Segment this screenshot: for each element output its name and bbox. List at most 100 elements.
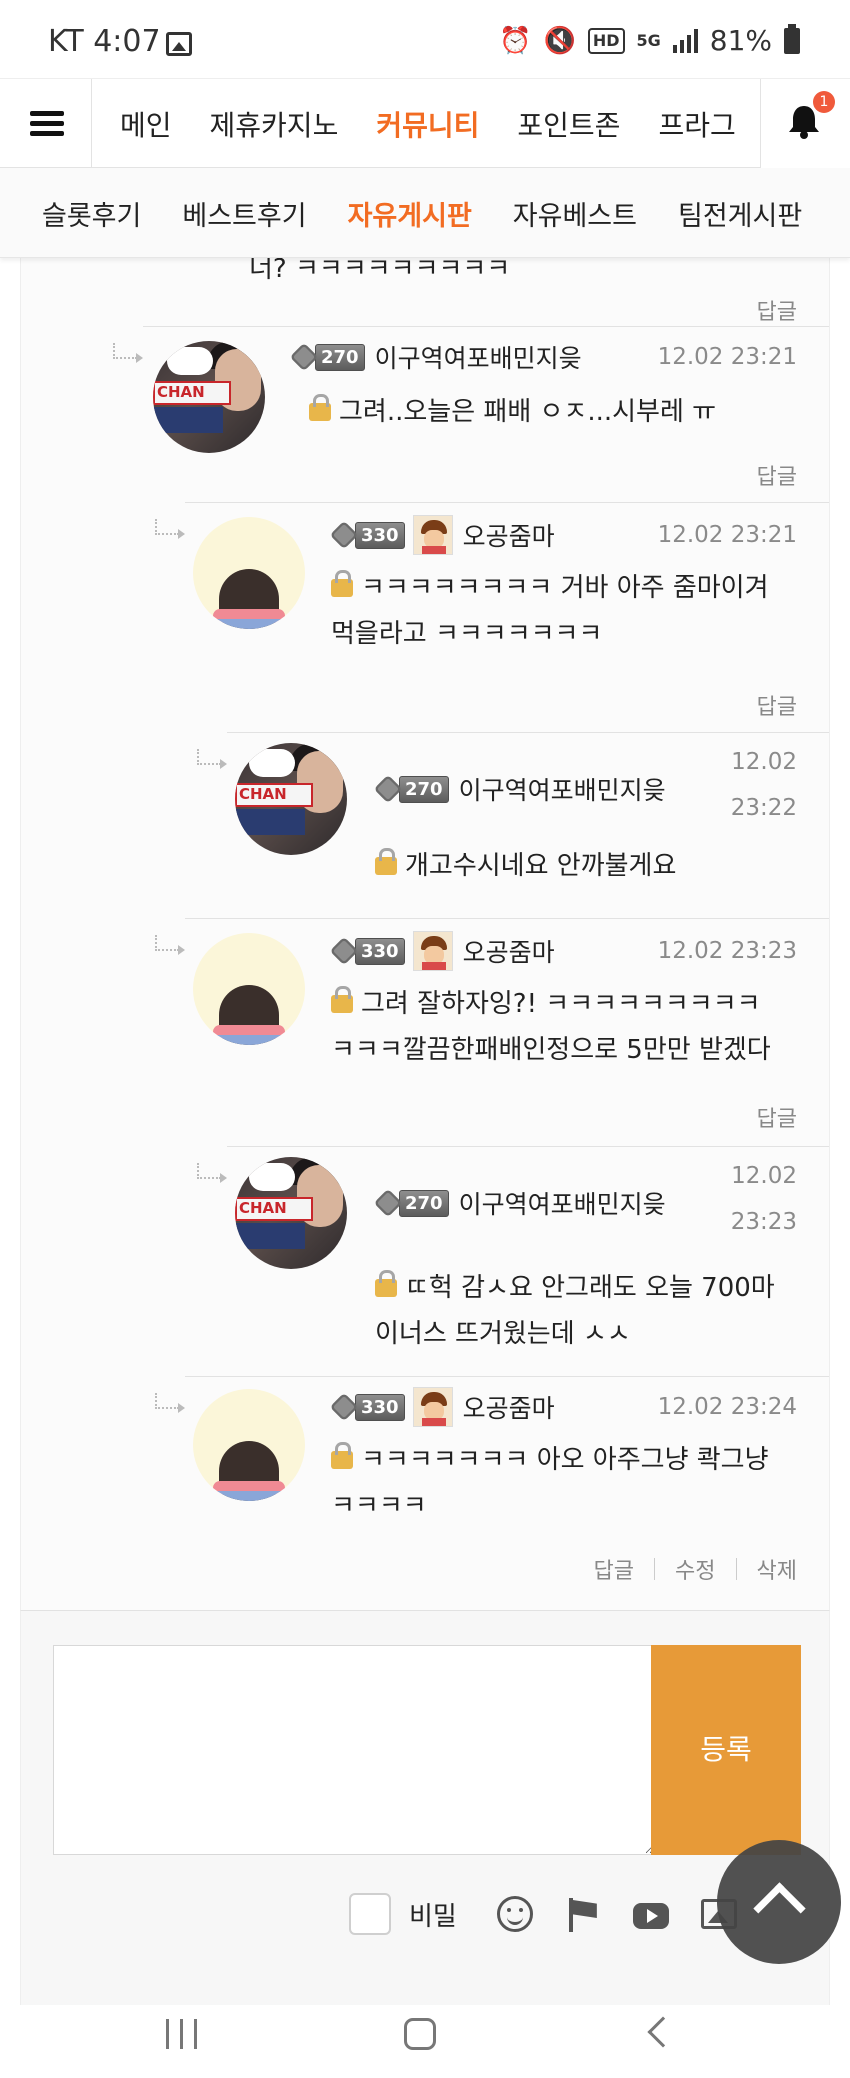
emoji-icon[interactable]: [496, 1896, 533, 1932]
avatar[interactable]: CHAN: [153, 341, 265, 453]
comment-date: 12.02 23:21: [657, 344, 797, 370]
comment-text-line-wrap: 그려 잘하자잉?! ㅋㅋㅋㅋㅋㅋㅋㅋㅋ: [331, 981, 771, 1027]
comment-list: 너? ㅋㅋㅋㅋㅋㅋㅋㅋㅋ 답글 CHAN 270 이구역여포배민지읒 12.02…: [20, 258, 830, 1610]
avatar[interactable]: [193, 517, 305, 629]
action-divider: [654, 1558, 656, 1580]
flag-icon[interactable]: [565, 1896, 601, 1932]
reply-button[interactable]: 답글: [594, 1553, 634, 1585]
lock-icon: [375, 1270, 397, 1297]
member-icon: [412, 931, 453, 971]
nav-item-point-zone[interactable]: 포인트존: [507, 104, 630, 144]
comment-date-line: 23:22: [730, 795, 797, 821]
member-icon-part: [421, 546, 446, 554]
youtube-icon[interactable]: [632, 1903, 669, 1929]
comment-body: ㅋㅋㅋㅋㅋㅋㅋ 아오 아주그냥 콱그냥 ㅋㅋㅋㅋ: [331, 1437, 769, 1529]
comment-meta: 330 오공줌마 12.02 23:23: [329, 931, 797, 971]
nav-item-pragmatic[interactable]: 프라그: [648, 104, 745, 144]
avatar[interactable]: CHAN: [235, 743, 347, 855]
lock-icon: [309, 394, 331, 421]
nickname[interactable]: 이구역여포배민지읒: [459, 771, 666, 807]
avatar[interactable]: [193, 933, 305, 1045]
notification-badge: 1: [813, 91, 835, 113]
level-badge: 270: [373, 774, 449, 804]
menu-button[interactable]: [0, 79, 92, 169]
back-icon[interactable]: [647, 2016, 679, 2048]
comment-date-line: 12.02: [731, 749, 797, 775]
comment-text-line-wrap: ㅋㅋㅋㅋㅋㅋㅋㅋ 거바 아주 줌마이겨: [331, 565, 769, 611]
avatar-detail: [207, 619, 291, 629]
tab-best-review[interactable]: 베스트후기: [182, 194, 306, 233]
comment-actions: 답글: [757, 689, 797, 721]
level-number: 330: [355, 1393, 405, 1421]
comment-item: 330 오공줌마 12.02 23:23 그려 잘하자잉?! ㅋㅋㅋㅋㅋㅋㅋㅋㅋ…: [155, 918, 829, 1146]
hamburger-icon: [30, 111, 64, 116]
comment-text-line: ㅋㅋㅋ깔끔한패배인정으로 5만만 받겠다: [331, 1035, 771, 1065]
recent-apps-icon[interactable]: [166, 2019, 202, 2049]
reply-button[interactable]: 답글: [757, 459, 797, 491]
lock-icon: [375, 848, 397, 875]
scroll-top-button[interactable]: [717, 1840, 841, 1964]
avatar-detail: CHAN: [239, 785, 287, 803]
level-badge: 330: [329, 1392, 405, 1422]
comment-text-line: 그려..오늘은 패배 ㅇㅈ...시부레 ㅠ: [339, 397, 717, 427]
home-icon[interactable]: [404, 2018, 436, 2050]
secret-checkbox[interactable]: [349, 1893, 391, 1935]
notification-button[interactable]: 1: [760, 79, 850, 169]
comment-body: 개고수시네요 안까불게요: [375, 843, 676, 889]
nickname[interactable]: 오공줌마: [463, 1389, 555, 1425]
comment-body: ㅋㅋㅋㅋㅋㅋㅋㅋ 거바 아주 줌마이겨 먹을라고 ㅋㅋㅋㅋㅋㅋㅋ: [331, 565, 769, 657]
reply-button[interactable]: 답글: [757, 294, 797, 326]
edit-button[interactable]: 수정: [675, 1553, 715, 1585]
lock-icon: [331, 986, 353, 1013]
recent-apps-bar: [180, 2019, 183, 2049]
submit-button[interactable]: 등록: [651, 1645, 801, 1855]
tab-free-board[interactable]: 자유게시판: [348, 194, 472, 233]
nav-item-main[interactable]: 메인: [110, 104, 182, 144]
status-icons: ⏰ 🔇 HD 5G 81%: [499, 23, 800, 57]
level-badge: 330: [329, 936, 405, 966]
comment-actions: 답글: [757, 1101, 797, 1133]
comment-actions: 답글: [757, 459, 797, 491]
level-badge: 270: [373, 1188, 449, 1218]
avatar-detail: [235, 809, 305, 835]
comment-item: 330 오공줌마 12.02 23:21 ㅋㅋㅋㅋㅋㅋㅋㅋ 거바 아주 줌마이겨…: [155, 502, 829, 732]
comment-date: 12.02 23:23: [731, 1153, 797, 1245]
comment-input[interactable]: [53, 1645, 655, 1855]
nav-item-community[interactable]: 커뮤니티: [366, 104, 489, 144]
nickname[interactable]: 오공줌마: [463, 517, 555, 553]
member-icon-part: [421, 962, 446, 970]
comment-text-line: ㅋㅋㅋㅋㅋㅋㅋ 아오 아주그냥 콱그냥: [361, 1445, 769, 1475]
mute-icon: 🔇: [543, 25, 576, 56]
hamburger-icon-line: [30, 131, 64, 136]
delete-button[interactable]: 삭제: [757, 1553, 797, 1585]
nickname[interactable]: 오공줌마: [463, 933, 555, 969]
system-nav-bar: [0, 2005, 850, 2078]
level-number: 270: [399, 1189, 449, 1217]
status-bar: KT 4:07 ⏰ 🔇 HD 5G 81%: [0, 0, 850, 78]
hd-icon: HD: [587, 27, 625, 54]
comment-date-line: 23:23: [730, 1209, 797, 1235]
reply-arrow-icon: [155, 519, 185, 539]
reply-button[interactable]: 답글: [757, 689, 797, 721]
avatar-detail: CHAN: [157, 383, 205, 401]
tab-free-best[interactable]: 자유베스트: [513, 194, 637, 233]
comment-date: 12.02 23:21: [657, 522, 797, 548]
reply-arrow-icon: [155, 935, 185, 955]
avatar[interactable]: [193, 1389, 305, 1501]
reply-button[interactable]: 답글: [757, 1101, 797, 1133]
status-time: KT 4:07: [48, 24, 161, 59]
nav-item-partner-casino[interactable]: 제휴카지노: [200, 104, 349, 144]
nickname[interactable]: 이구역여포배민지읒: [459, 1185, 666, 1221]
tab-slot-review[interactable]: 슬롯후기: [42, 194, 141, 233]
signal-icon: [672, 28, 698, 53]
comment-date: 12.02 23:23: [657, 938, 797, 964]
reply-arrow-icon: [155, 1393, 185, 1413]
nickname[interactable]: 이구역여포배민지읒: [375, 339, 582, 375]
comment-text-line: 이너스 뜨거웠는데 ㅅㅅ: [375, 1319, 631, 1349]
avatar[interactable]: CHAN: [235, 1157, 347, 1269]
avatar-detail: CHAN: [239, 1199, 287, 1217]
comment-text-partial: 너? ㅋㅋㅋㅋㅋㅋㅋㅋㅋ: [249, 258, 511, 284]
tab-team-board[interactable]: 팀전게시판: [678, 194, 802, 233]
comment-body: 그려 잘하자잉?! ㅋㅋㅋㅋㅋㅋㅋㅋㅋ ㅋㅋㅋ깔끔한패배인정으로 5만만 받겠다: [331, 981, 771, 1073]
comment-date: 12.02 23:24: [657, 1394, 797, 1420]
